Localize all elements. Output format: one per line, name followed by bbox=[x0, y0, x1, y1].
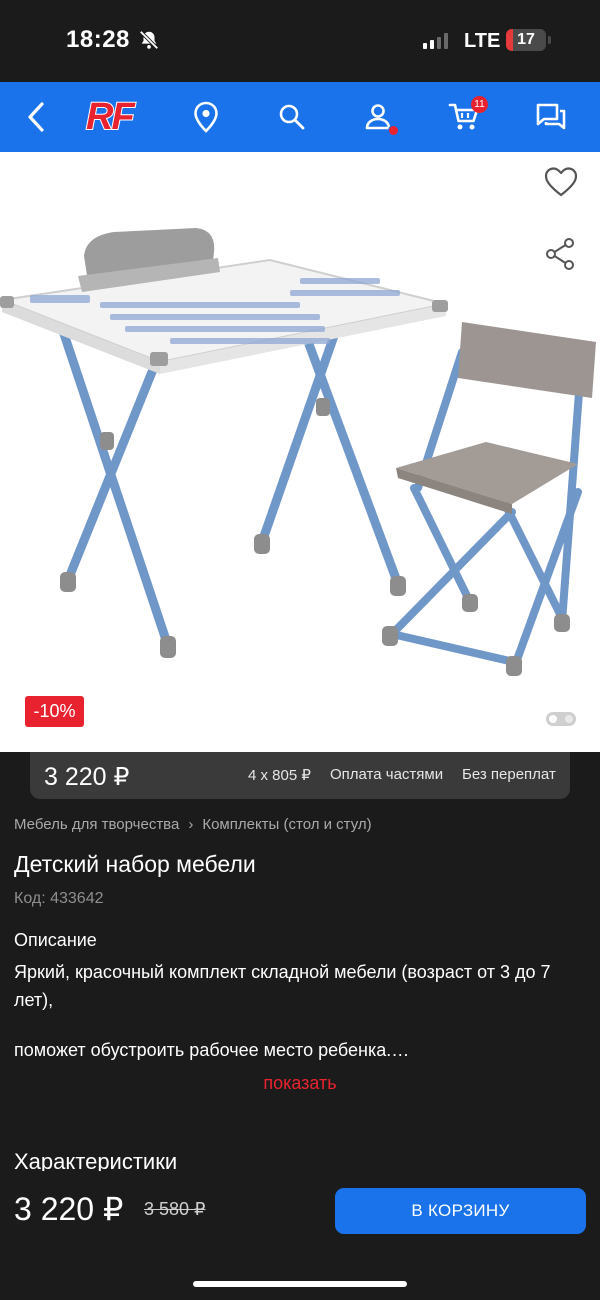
show-more-link[interactable]: показать bbox=[0, 1073, 600, 1094]
breadcrumb-item[interactable]: Мебель для творчества bbox=[14, 816, 179, 833]
description-text-2: поможет обустроить рабочее место ребенка… bbox=[14, 1040, 410, 1060]
gallery-pagination[interactable] bbox=[546, 712, 576, 726]
search-button[interactable] bbox=[272, 82, 312, 152]
gallery-dot-active[interactable] bbox=[549, 715, 557, 723]
description-heading: Описание bbox=[14, 930, 97, 950]
chevron-right-icon: › bbox=[188, 816, 194, 833]
search-icon bbox=[279, 104, 305, 130]
battery-level: 17 bbox=[517, 31, 535, 48]
status-bar: 18:28 LTE 17 bbox=[0, 0, 600, 82]
add-to-cart-button[interactable]: В КОРЗИНУ bbox=[335, 1188, 586, 1234]
furniture-photo bbox=[0, 228, 596, 676]
discount-badge: -10% bbox=[25, 696, 84, 727]
gallery-dot[interactable] bbox=[565, 715, 573, 723]
home-indicator[interactable] bbox=[193, 1281, 407, 1287]
profile-button[interactable] bbox=[358, 82, 398, 152]
installment-amount[interactable]: 4 x 805 ₽ bbox=[248, 766, 311, 784]
back-button[interactable] bbox=[16, 82, 56, 152]
battery-icon: 17 bbox=[506, 29, 546, 51]
price-strip: 3 220 ₽ 4 x 805 ₽ Оплата частями Без пер… bbox=[30, 752, 570, 799]
description-text: Яркий, красочный комплект складной мебел… bbox=[14, 962, 551, 1010]
strip-price: 3 220 ₽ bbox=[44, 763, 130, 791]
favorite-heart-icon[interactable] bbox=[542, 163, 580, 201]
chat-icon bbox=[536, 103, 566, 130]
chat-button[interactable] bbox=[530, 82, 572, 152]
status-time: 18:28 bbox=[66, 26, 130, 53]
product-image[interactable] bbox=[0, 152, 600, 752]
signal-strength-icon bbox=[423, 33, 448, 49]
no-overpayment-label: Без переплат bbox=[462, 766, 556, 783]
breadcrumb-item[interactable]: Комплекты (стол и стул) bbox=[202, 816, 371, 833]
share-icon[interactable] bbox=[542, 235, 580, 273]
product-code: Код: 433642 bbox=[14, 890, 104, 907]
network-type: LTE bbox=[464, 30, 501, 52]
cart-count-badge: 11 bbox=[471, 96, 488, 113]
installment-label[interactable]: Оплата частями bbox=[330, 766, 443, 783]
location-button[interactable] bbox=[186, 82, 226, 152]
breadcrumb: Мебель для творчества › Комплекты (стол … bbox=[14, 816, 372, 833]
old-price: 3 580 ₽ bbox=[144, 1199, 206, 1219]
profile-notification-dot bbox=[388, 125, 399, 136]
specs-heading[interactable]: Характеристики bbox=[14, 1149, 177, 1171]
bell-off-icon bbox=[139, 30, 159, 50]
product-title: Детский набор мебели bbox=[14, 851, 256, 877]
back-arrow-icon bbox=[28, 102, 44, 132]
cart-nav-button[interactable] bbox=[444, 82, 484, 152]
logo[interactable]: RF bbox=[85, 97, 136, 137]
bottom-price: 3 220 ₽ bbox=[14, 1191, 124, 1227]
top-nav: RF bbox=[0, 82, 600, 152]
battery-tip bbox=[548, 36, 551, 44]
location-pin-icon bbox=[194, 101, 218, 133]
